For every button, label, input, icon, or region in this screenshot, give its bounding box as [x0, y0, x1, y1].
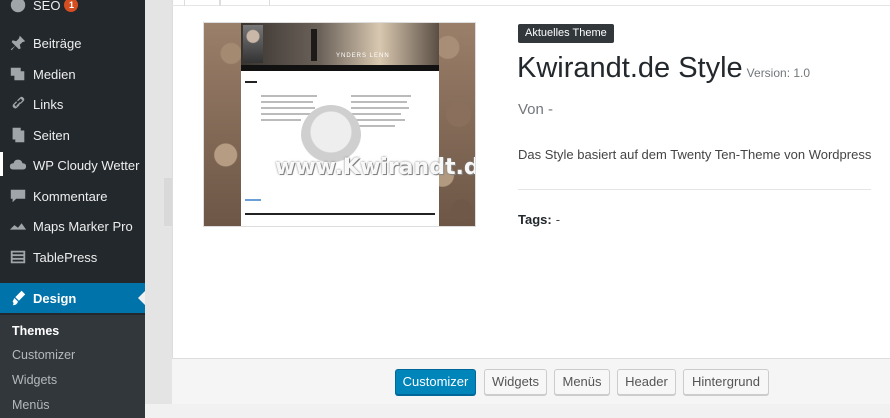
- submenu-item-menus[interactable]: Menüs: [12, 398, 50, 412]
- cloud-icon: [8, 155, 28, 175]
- notification-badge: 1: [64, 0, 79, 12]
- theme-author: Von -: [518, 101, 554, 118]
- current-theme-badge: Aktuelles Theme: [518, 24, 614, 43]
- admin-sidebar: SEO 1 Beiträge Medien Links Seiten WP Cl…: [0, 0, 145, 418]
- screenshot-text-line: [261, 113, 311, 115]
- theme-name: Kwirandt.de Style Version: 1.0: [517, 52, 810, 85]
- sidebar-item-comments[interactable]: Kommentare: [0, 181, 145, 211]
- submenu-item-widgets[interactable]: Widgets: [12, 373, 57, 387]
- map-marker-icon: [8, 216, 28, 236]
- screenshot-text-line: [261, 119, 301, 121]
- tags-label: Tags:: [518, 212, 552, 227]
- screenshot-footer-line: [245, 213, 435, 215]
- sidebar-item-tablepress[interactable]: TablePress: [0, 242, 145, 272]
- theme-name-text: Kwirandt.de Style: [517, 52, 743, 84]
- sidebar-item-posts[interactable]: Beiträge: [0, 28, 145, 58]
- tags-value: -: [555, 212, 561, 227]
- screenshot-link: [245, 199, 261, 201]
- sidebar-item-weather[interactable]: WP Cloudy Wetter: [0, 150, 145, 180]
- pages-icon: [8, 125, 28, 145]
- sidebar-item-label: TablePress: [33, 249, 98, 265]
- sidebar-item-label: SEO: [33, 0, 61, 13]
- screenshot-text-line: [351, 113, 401, 115]
- sidebar-item-label: Medien: [33, 66, 76, 82]
- sidebar-item-maps-marker[interactable]: Maps Marker Pro: [0, 211, 145, 241]
- screenshot-text-line: [261, 107, 315, 109]
- customizer-button[interactable]: Customizer: [395, 369, 476, 395]
- screenshot-text-line: [351, 107, 409, 109]
- seo-icon: [8, 0, 28, 15]
- link-icon: [8, 94, 28, 114]
- theme-version: Version: 1.0: [746, 66, 811, 80]
- backdrop-theme-card: [164, 178, 172, 226]
- screenshot-text-line: [351, 95, 411, 97]
- theme-screenshot: YNDERS LENN www.Kwirandt.de: [203, 22, 476, 227]
- screenshot-text-line: [261, 95, 317, 97]
- background-button[interactable]: Hintergrund: [683, 369, 769, 395]
- screenshot-text-line: [351, 119, 405, 121]
- previous-theme-button[interactable]: [184, 0, 220, 6]
- pin-icon: [8, 33, 28, 53]
- screenshot-heading: [245, 81, 257, 83]
- screenshot-tower: [311, 29, 317, 61]
- panel-header: [172, 0, 890, 6]
- screenshot-header-image: YNDERS LENN: [241, 23, 439, 65]
- page-bottom: [145, 404, 890, 418]
- sidebar-item-seo[interactable]: SEO 1: [0, 0, 145, 20]
- divider: [518, 189, 871, 190]
- sidebar-item-label: Design: [33, 290, 77, 306]
- current-menu-arrow: [138, 291, 145, 305]
- comment-icon: [8, 186, 28, 206]
- sidebar-item-label: Kommentare: [33, 188, 108, 204]
- media-icon: [8, 64, 28, 84]
- menus-button[interactable]: Menüs: [554, 369, 610, 395]
- sidebar-item-design[interactable]: Design: [0, 283, 145, 313]
- sidebar-item-label: Maps Marker Pro: [33, 218, 133, 234]
- screenshot-person: [243, 25, 263, 63]
- sidebar-item-pages[interactable]: Seiten: [0, 120, 145, 150]
- table-icon: [8, 247, 28, 267]
- screenshot-page: YNDERS LENN www.Kwirandt.de: [241, 23, 475, 226]
- sidebar-item-links[interactable]: Links: [0, 89, 145, 119]
- theme-tags: Tags: -: [518, 212, 560, 227]
- next-theme-button[interactable]: [220, 0, 270, 6]
- header-button[interactable]: Header: [617, 369, 676, 395]
- design-submenu: Themes Customizer Widgets Menüs: [0, 315, 145, 418]
- sidebar-item-media[interactable]: Medien: [0, 59, 145, 89]
- widgets-button[interactable]: Widgets: [484, 369, 547, 395]
- submenu-item-themes[interactable]: Themes: [12, 324, 59, 338]
- screenshot-watermark: www.Kwirandt.de: [275, 155, 476, 180]
- theme-description: Das Style basiert auf dem Twenty Ten-The…: [518, 147, 872, 162]
- submenu-item-customizer[interactable]: Customizer: [12, 348, 75, 362]
- sidebar-item-label: WP Cloudy Wetter: [33, 157, 140, 173]
- screenshot-text-line: [261, 101, 313, 103]
- screenshot-text-line: [351, 101, 407, 103]
- sidebar-item-label: Beiträge: [33, 35, 82, 51]
- sidebar-item-label: Links: [33, 96, 64, 112]
- screenshot-nav: [241, 65, 439, 71]
- screenshot-brand: YNDERS LENN: [336, 53, 390, 59]
- sidebar-item-label: Seiten: [33, 127, 70, 143]
- brush-icon: [8, 288, 28, 308]
